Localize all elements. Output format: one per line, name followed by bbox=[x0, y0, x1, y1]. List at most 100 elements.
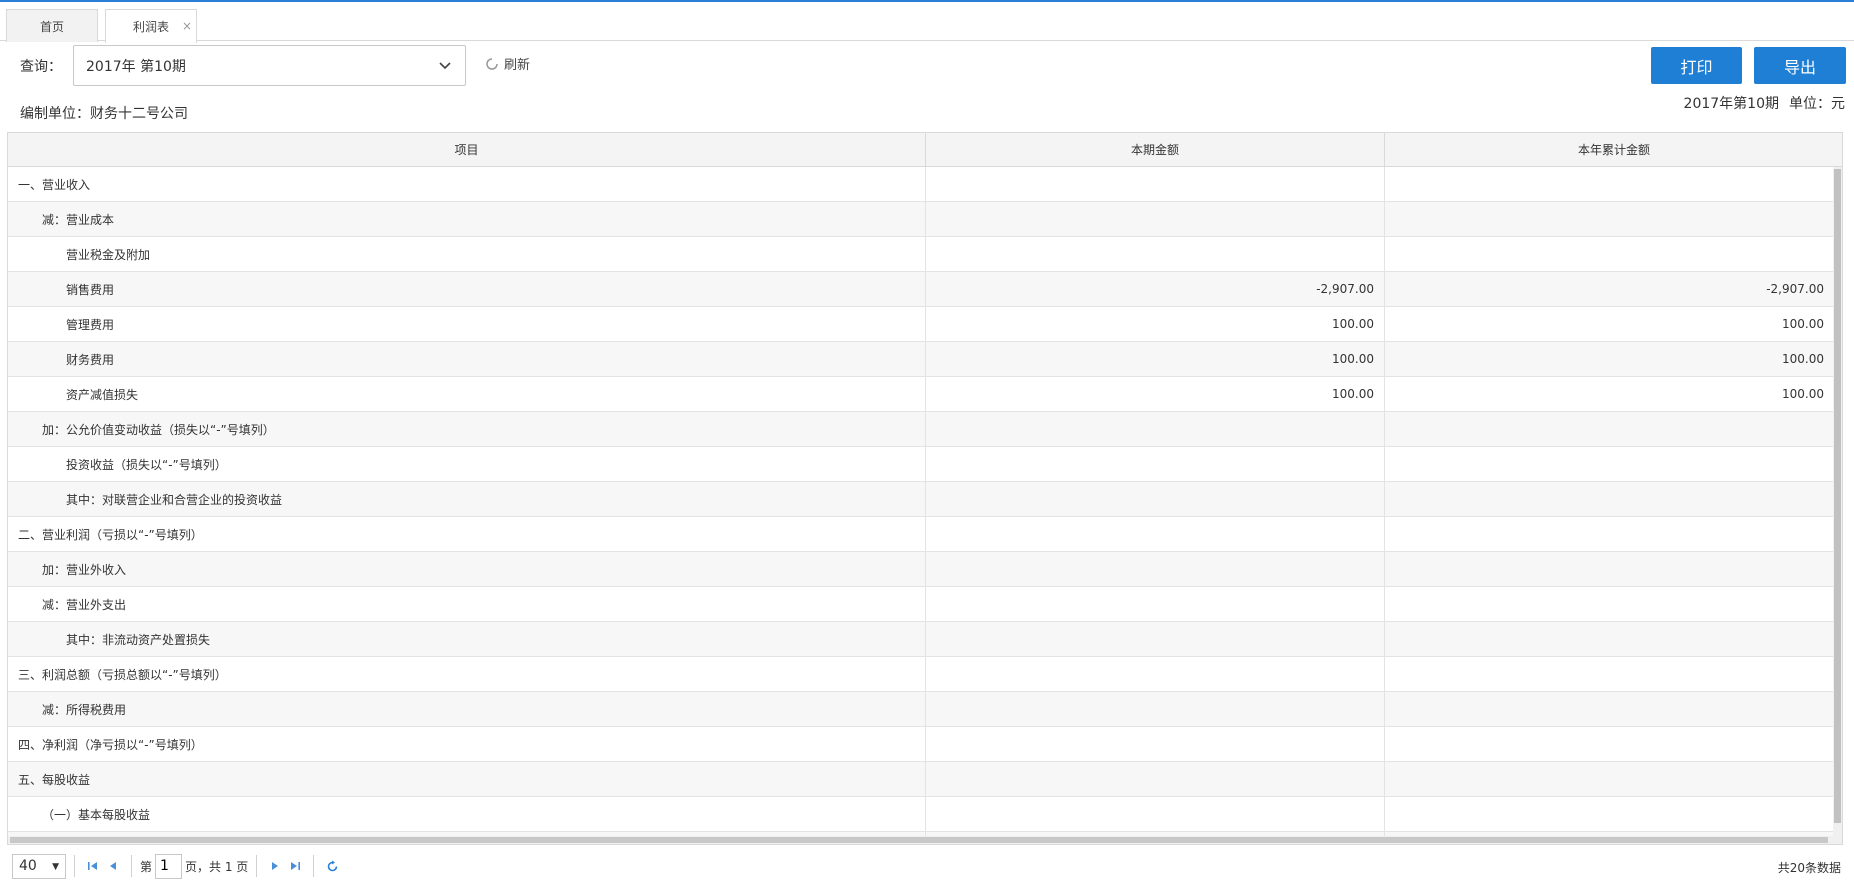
table-row[interactable]: 其中：非流动资产处置损失 bbox=[8, 622, 1835, 657]
row-ytd-amount bbox=[1385, 797, 1835, 831]
tab-label: 利润表 bbox=[132, 20, 169, 34]
table-row[interactable]: 三、利润总额（亏损总额以“-”号填列） bbox=[8, 657, 1835, 692]
row-ytd-amount bbox=[1385, 237, 1835, 271]
table-row[interactable]: 一、营业收入 bbox=[8, 167, 1835, 202]
row-ytd-amount bbox=[1385, 412, 1835, 446]
vertical-scrollbar[interactable] bbox=[1833, 167, 1842, 838]
row-item-name: 四、净利润（净亏损以“-”号填列） bbox=[8, 727, 926, 761]
table-row[interactable]: 五、每股收益 bbox=[8, 762, 1835, 797]
table-row[interactable]: 四、净利润（净亏损以“-”号填列） bbox=[8, 727, 1835, 762]
row-current-amount bbox=[926, 692, 1385, 726]
divider bbox=[313, 855, 315, 877]
row-item-name: 五、每股收益 bbox=[8, 762, 926, 796]
pager: 40 ▼ 第 页，共 1 页 共20条数据 bbox=[7, 851, 1843, 881]
row-item-name: 财务费用 bbox=[8, 342, 926, 376]
table-row[interactable]: 减：营业外支出 bbox=[8, 587, 1835, 622]
row-current-amount bbox=[926, 412, 1385, 446]
row-current-amount bbox=[926, 587, 1385, 621]
page-size-value: 40 bbox=[19, 858, 37, 874]
row-item-name: 其中：非流动资产处置损失 bbox=[8, 622, 926, 656]
report-period-unit: 2017年第10期 单位：元 bbox=[1684, 93, 1845, 113]
table-row[interactable]: 减：营业成本 bbox=[8, 202, 1835, 237]
row-ytd-amount: 100.00 bbox=[1385, 342, 1835, 376]
period-select-value: 2017年 第10期 bbox=[86, 58, 186, 75]
print-button[interactable]: 打印 bbox=[1651, 47, 1742, 84]
page-size-select[interactable]: 40 ▼ bbox=[12, 853, 66, 879]
divider bbox=[131, 855, 132, 877]
divider bbox=[74, 855, 75, 877]
page-suffix: 页，共 1 页 bbox=[185, 859, 249, 874]
table-row[interactable]: 管理费用 100.00 100.00 bbox=[8, 307, 1835, 342]
income-statement-grid: 项目 本期金额 本年累计金额 一、营业收入 减：营业成本 营业税金及附加 销售费用 -2… bbox=[7, 132, 1843, 845]
table-row[interactable]: 加：公允价值变动收益（损失以“-”号填列） bbox=[8, 412, 1835, 447]
prev-page-icon bbox=[110, 862, 116, 870]
row-current-amount bbox=[926, 517, 1385, 551]
row-ytd-amount bbox=[1385, 447, 1835, 481]
reload-button[interactable] bbox=[322, 855, 342, 877]
tab-home[interactable]: 首页 bbox=[6, 9, 98, 42]
row-item-name: 加：公允价值变动收益（损失以“-”号填列） bbox=[8, 412, 926, 446]
row-item-name: 减：所得税费用 bbox=[8, 692, 926, 726]
period-select[interactable]: 2017年 第10期 bbox=[73, 45, 466, 86]
table-row[interactable]: 销售费用 -2,907.00 -2,907.00 bbox=[8, 272, 1835, 307]
row-ytd-amount bbox=[1385, 727, 1835, 761]
total-count: 共20条数据 bbox=[1777, 861, 1841, 875]
report-period: 2017年第10期 bbox=[1683, 96, 1779, 112]
chevron-down-icon bbox=[439, 62, 451, 70]
row-ytd-amount bbox=[1385, 552, 1835, 586]
tab-bar: 首页 利润表 × bbox=[0, 2, 1854, 43]
column-header-item: 项目 bbox=[8, 133, 926, 166]
first-page-button[interactable] bbox=[83, 855, 103, 877]
row-current-amount bbox=[926, 762, 1385, 796]
tab-income-statement[interactable]: 利润表 × bbox=[105, 9, 197, 43]
table-row[interactable]: 减：所得税费用 bbox=[8, 692, 1835, 727]
table-row[interactable]: 投资收益（损失以“-”号填列） bbox=[8, 447, 1835, 482]
table-row[interactable]: （一）基本每股收益 bbox=[8, 797, 1835, 832]
row-current-amount bbox=[926, 482, 1385, 516]
table-row[interactable]: 其中：对联营企业和合营企业的投资收益 bbox=[8, 482, 1835, 517]
last-page-button[interactable] bbox=[285, 855, 305, 877]
refresh-button[interactable]: 刷新 bbox=[484, 54, 530, 73]
query-label: 查询： bbox=[20, 59, 62, 75]
table-row[interactable]: 二、营业利润（亏损以“-”号填列） bbox=[8, 517, 1835, 552]
next-page-button[interactable] bbox=[265, 855, 285, 877]
last-page-icon bbox=[291, 862, 301, 870]
export-button[interactable]: 导出 bbox=[1754, 47, 1846, 84]
row-ytd-amount: 100.00 bbox=[1385, 307, 1835, 341]
grid-body[interactable]: 一、营业收入 减：营业成本 营业税金及附加 销售费用 -2,907.00 -2,907.0… bbox=[8, 167, 1835, 838]
row-item-name: 其中：对联营企业和合营企业的投资收益 bbox=[8, 482, 926, 516]
table-row[interactable]: 资产减值损失 100.00 100.00 bbox=[8, 377, 1835, 412]
divider bbox=[256, 855, 258, 877]
row-current-amount bbox=[926, 202, 1385, 236]
row-ytd-amount: 100.00 bbox=[1385, 377, 1835, 411]
scroll-thumb[interactable] bbox=[1834, 169, 1841, 823]
row-ytd-amount: -2,907.00 bbox=[1385, 272, 1835, 306]
row-current-amount: -2,907.00 bbox=[926, 272, 1385, 306]
row-ytd-amount bbox=[1385, 167, 1835, 201]
row-ytd-amount bbox=[1385, 657, 1835, 691]
row-item-name: 销售费用 bbox=[8, 272, 926, 306]
next-page-icon bbox=[272, 862, 279, 870]
row-item-name: 三、利润总额（亏损总额以“-”号填列） bbox=[8, 657, 926, 691]
row-item-name: 管理费用 bbox=[8, 307, 926, 341]
row-ytd-amount bbox=[1385, 517, 1835, 551]
grid-header: 项目 本期金额 本年累计金额 bbox=[8, 133, 1842, 167]
row-ytd-amount bbox=[1385, 482, 1835, 516]
table-row[interactable]: 营业税金及附加 bbox=[8, 237, 1835, 272]
page-prefix: 第 bbox=[140, 859, 153, 874]
column-header-current: 本期金额 bbox=[926, 133, 1385, 166]
company-name: 编制单位：财务十二号公司 bbox=[20, 106, 188, 122]
scroll-thumb[interactable] bbox=[10, 837, 1828, 843]
close-icon[interactable]: × bbox=[182, 19, 192, 33]
row-item-name: 一、营业收入 bbox=[8, 167, 926, 201]
table-row[interactable]: 加：营业外收入 bbox=[8, 552, 1835, 587]
row-item-name: （一）基本每股收益 bbox=[8, 797, 926, 831]
table-row[interactable]: 财务费用 100.00 100.00 bbox=[8, 342, 1835, 377]
prev-page-button[interactable] bbox=[103, 855, 123, 877]
refresh-label: 刷新 bbox=[504, 58, 531, 73]
reload-icon bbox=[327, 860, 338, 871]
row-current-amount: 100.00 bbox=[926, 377, 1385, 411]
column-header-ytd: 本年累计金额 bbox=[1385, 133, 1842, 166]
horizontal-scrollbar[interactable] bbox=[8, 836, 1842, 844]
page-number-input[interactable] bbox=[155, 853, 183, 879]
